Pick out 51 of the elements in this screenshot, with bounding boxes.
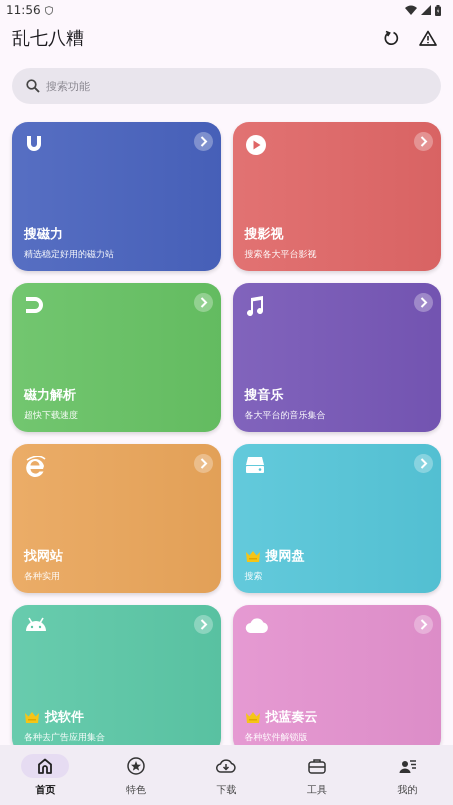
feature-card[interactable]: 搜音乐 各大平台的音乐集合 [232, 283, 441, 432]
browser-icon [24, 456, 46, 478]
warning-icon[interactable] [419, 30, 437, 46]
nav-tab[interactable]: 特色 [90, 754, 182, 797]
chevron-right-icon[interactable] [194, 293, 212, 312]
magnet-icon [24, 295, 46, 315]
card-title: 找网站 [24, 548, 63, 565]
chevron-right-icon[interactable] [414, 132, 433, 151]
refresh-icon[interactable] [383, 30, 399, 46]
card-subtitle: 各种软件解锁版 [244, 732, 308, 744]
feature-card[interactable]: 搜磁力 精选稳定好用的磁力站 [12, 122, 220, 271]
search-field[interactable]: 搜索功能 [12, 68, 441, 104]
card-subtitle: 超快下载速度 [24, 410, 79, 422]
profile-list-icon [398, 758, 417, 774]
card-title: 搜磁力 [24, 226, 63, 243]
home-icon [37, 758, 54, 774]
card-title: 找蓝奏云 [266, 709, 318, 726]
card-title: 找软件 [45, 709, 84, 726]
card-subtitle: 各大平台的音乐集合 [244, 410, 326, 422]
card-subtitle: 各种实用 [24, 570, 61, 583]
status-time: 11:56 [6, 3, 41, 17]
nav-tab[interactable]: 工具 [272, 754, 362, 797]
cloud-download-icon [216, 758, 236, 774]
wifi-icon [405, 5, 417, 15]
nav-tab[interactable]: 首页 [0, 754, 91, 797]
magnet-icon [24, 134, 44, 154]
nav-tab[interactable]: 下载 [181, 754, 272, 797]
card-title: 搜影视 [244, 226, 284, 243]
chevron-right-icon[interactable] [414, 293, 433, 312]
music-note-icon [244, 295, 264, 317]
card-subtitle: 搜索 [244, 570, 264, 583]
drive-icon [244, 456, 264, 474]
app-title: 乱七八糟 [12, 27, 84, 50]
chevron-right-icon[interactable] [414, 615, 433, 634]
android-icon [24, 617, 48, 633]
feature-card[interactable]: 搜影视 搜索各大平台影视 [232, 122, 441, 271]
nav-tab[interactable]: 我的 [362, 754, 453, 797]
card-title: 搜网盘 [266, 548, 304, 565]
card-subtitle: 搜索各大平台影视 [244, 248, 318, 261]
play-icon [244, 134, 266, 156]
card-subtitle: 精选稳定好用的磁力站 [24, 248, 115, 261]
search-icon [26, 79, 40, 93]
signal-icon [421, 5, 431, 15]
chevron-right-icon[interactable] [194, 132, 212, 151]
shield-icon [44, 6, 53, 14]
card-title: 搜音乐 [244, 386, 284, 404]
cloud-icon [244, 617, 268, 633]
card-subtitle: 各种去广告应用集合 [24, 732, 106, 744]
card-title: 磁力解析 [24, 387, 76, 404]
toolbox-icon [308, 758, 326, 774]
battery-icon [435, 4, 441, 16]
